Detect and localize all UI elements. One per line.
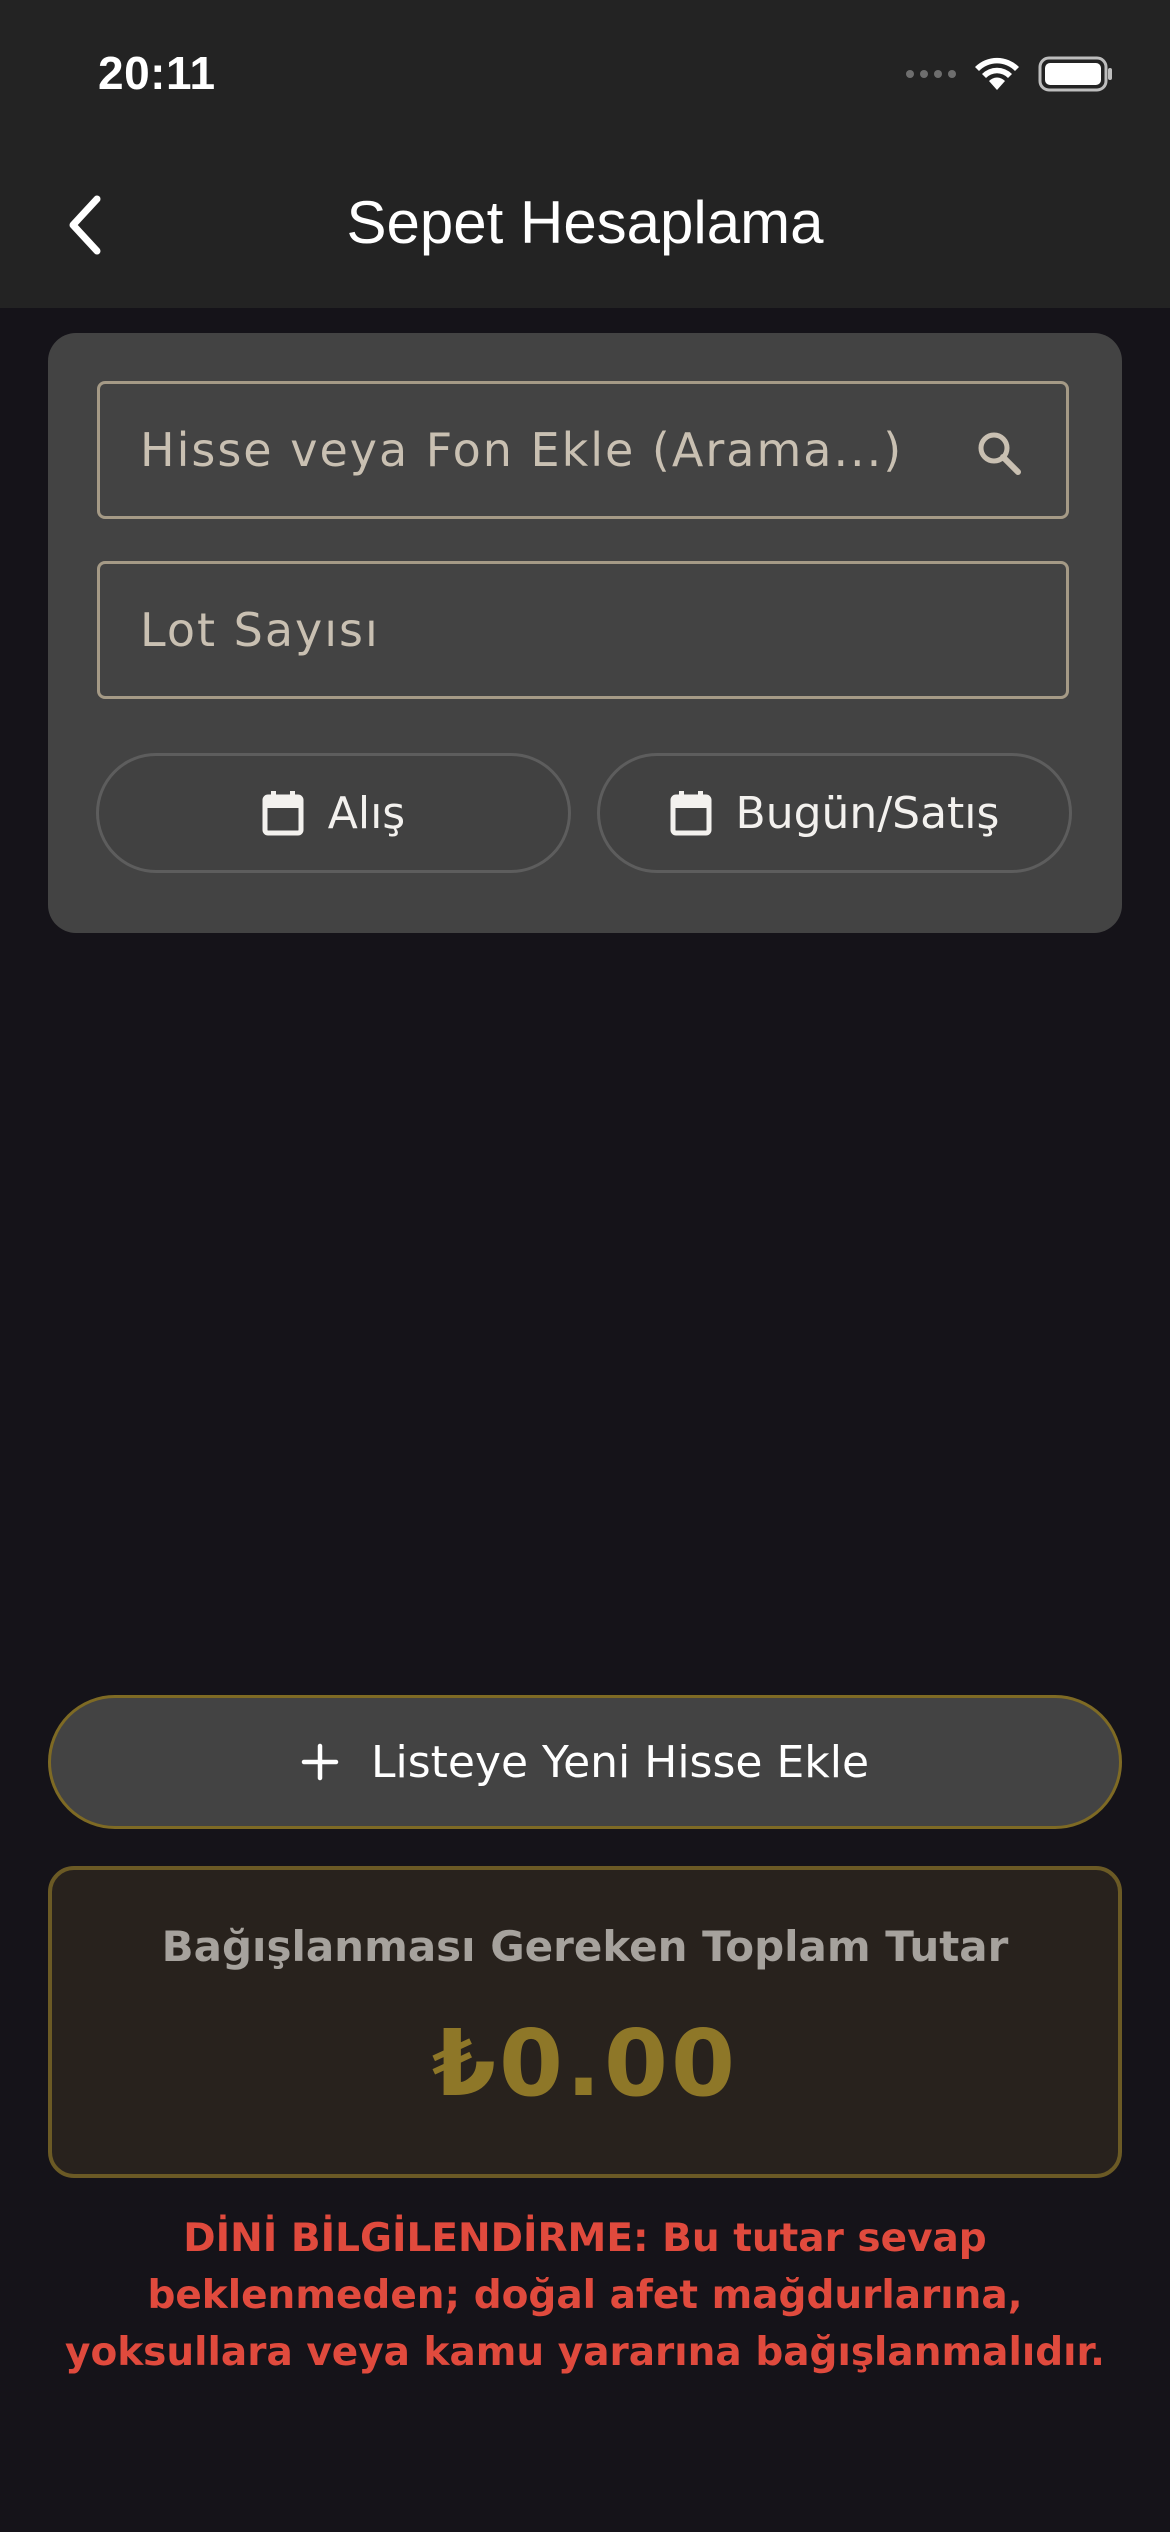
buy-date-label: Alış: [327, 787, 406, 839]
add-stock-button[interactable]: Listeye Yeni Hisse Ekle: [48, 1695, 1122, 1829]
status-time: 20:11: [98, 47, 216, 99]
add-stock-label: Listeye Yeni Hisse Ekle: [370, 1736, 870, 1788]
sell-date-button[interactable]: Bugün/Satış: [597, 753, 1072, 873]
plus-icon: [301, 1743, 339, 1781]
lot-input[interactable]: [140, 603, 960, 657]
religious-notice: DİNİ BİLGİLENDİRME: Bu tutar sevap bekle…: [65, 2216, 1105, 2375]
total-summary: Bağışlanması Gereken Toplam Tutar ₺0.00: [48, 1866, 1122, 2178]
status-icons: [906, 52, 1114, 96]
search-field[interactable]: [97, 381, 1069, 519]
lot-field[interactable]: [97, 561, 1069, 699]
search-input[interactable]: [140, 423, 960, 477]
page-title: Sepet Hesaplama: [346, 189, 824, 256]
calendar-icon: [670, 791, 712, 836]
calendar-icon: [262, 791, 304, 836]
signal-icon: [906, 70, 956, 78]
battery-icon: [1038, 56, 1112, 92]
sell-date-label: Bugün/Satış: [735, 787, 1000, 839]
top-bar: 20:11 Sepet Hesaplama: [0, 0, 1170, 308]
search-icon[interactable]: [976, 430, 1022, 476]
buy-date-button[interactable]: Alış: [96, 753, 571, 873]
total-label: Bağışlanması Gereken Toplam Tutar: [161, 1922, 1009, 1971]
input-card: Alış Bugün/Satış: [48, 333, 1122, 933]
wifi-icon: [975, 57, 1019, 90]
total-amount: ₺0.00: [431, 2010, 738, 2117]
